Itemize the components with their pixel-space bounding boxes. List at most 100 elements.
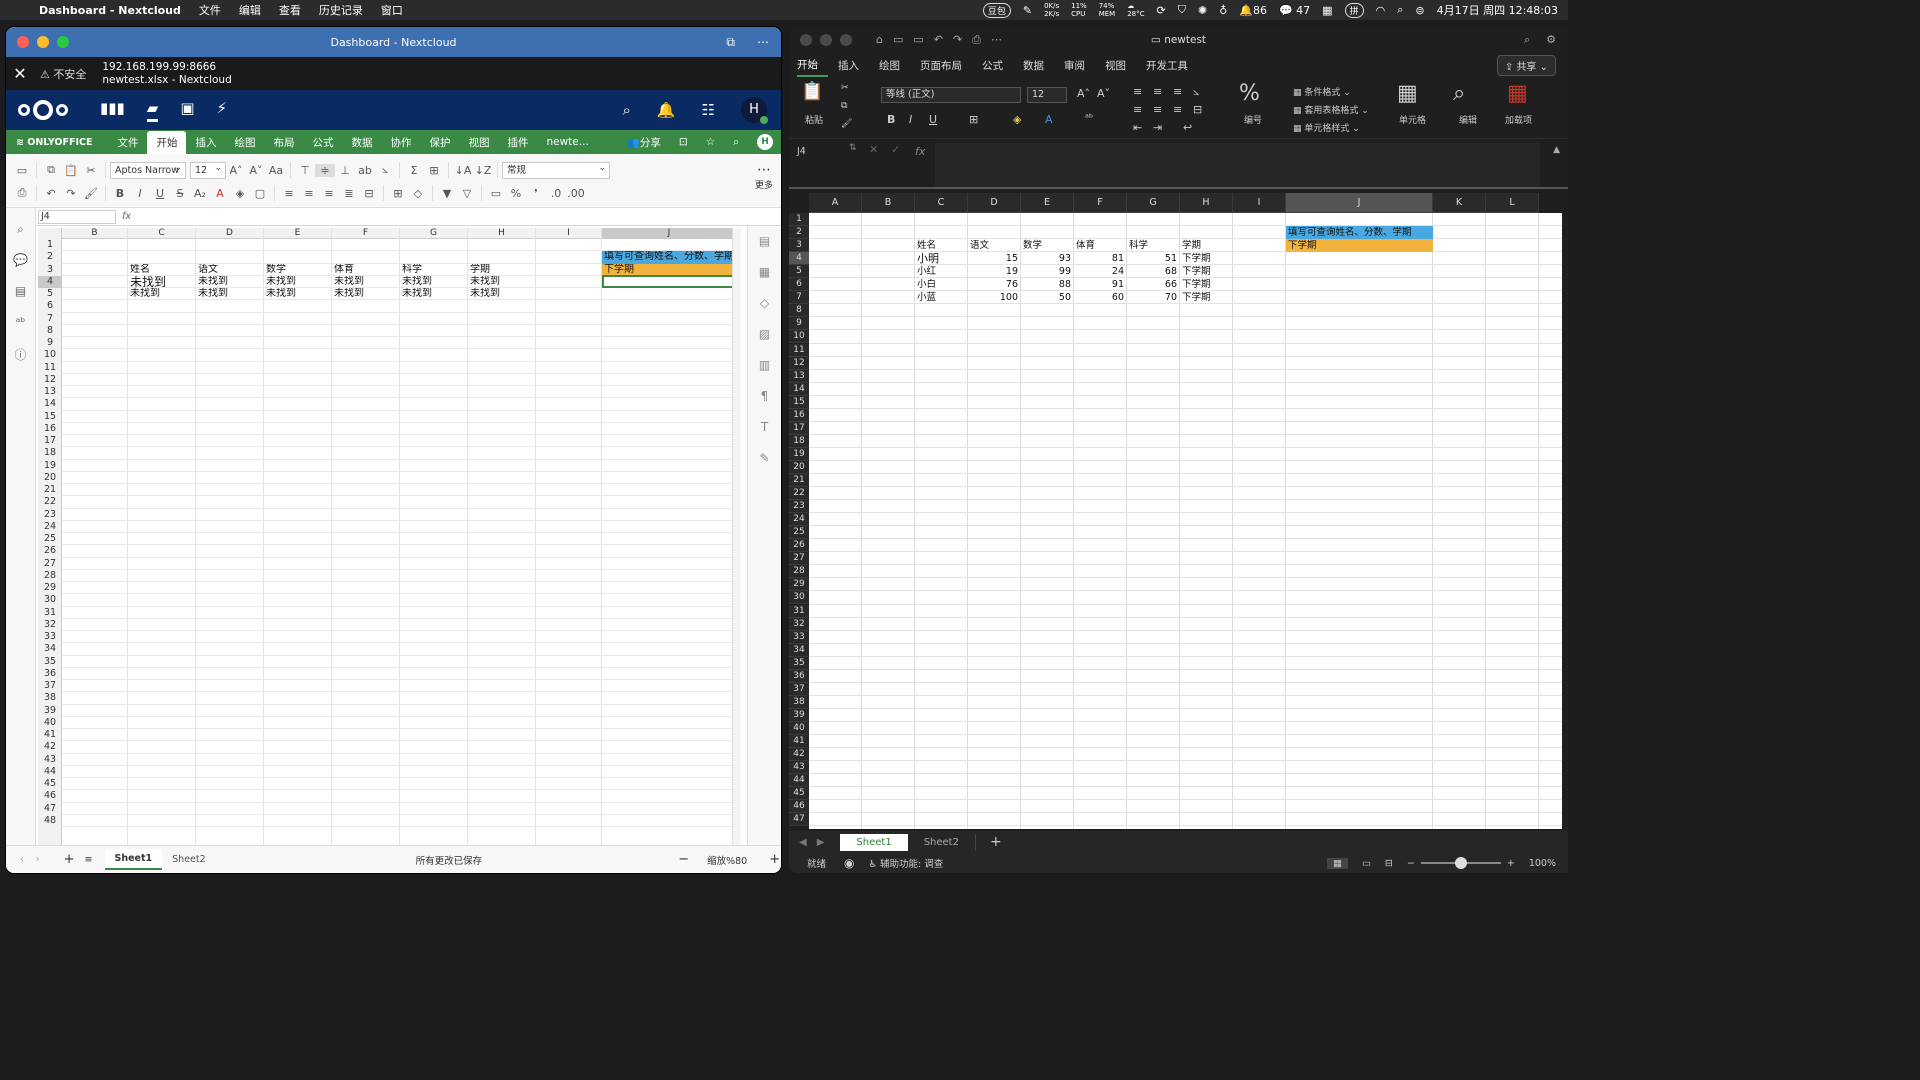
table-cell[interactable]: 姓名 — [915, 239, 968, 252]
close-url-icon[interactable]: ✕ — [6, 64, 34, 83]
search-icon[interactable]: ⌕ — [1524, 33, 1530, 47]
column-header[interactable]: B — [862, 193, 915, 213]
row-header[interactable]: 20 — [789, 460, 809, 474]
row-header[interactable]: 41 — [789, 735, 809, 749]
bold-icon[interactable]: B — [887, 113, 895, 126]
row-header[interactable]: 41 — [38, 729, 62, 741]
notification-bell-icon[interactable]: 🔔86 — [1239, 4, 1267, 17]
table-cell[interactable]: 小白 — [915, 278, 968, 291]
row-header[interactable]: 40 — [789, 721, 809, 735]
tab-formulas[interactable]: 公式 — [972, 55, 1013, 76]
row-header[interactable]: 37 — [38, 680, 62, 692]
column-header[interactable]: H — [468, 228, 536, 239]
increase-font-icon[interactable]: A˄ — [1077, 87, 1090, 100]
tab-data[interactable]: 数据 — [1013, 55, 1054, 76]
column-header[interactable]: I — [536, 228, 602, 239]
copy-icon[interactable]: ⧉ — [41, 163, 61, 177]
clear-filter-icon[interactable]: ▽ — [457, 187, 477, 200]
tab-layout[interactable]: 布局 — [264, 131, 303, 154]
tab-protect[interactable]: 保护 — [420, 131, 459, 154]
cell-settings-icon[interactable]: ▤ — [748, 226, 781, 257]
nextcloud-logo-icon[interactable] — [18, 99, 70, 121]
sync-icon[interactable]: ⟳ — [1157, 4, 1166, 17]
decrease-font-icon[interactable]: A˅ — [1097, 87, 1110, 100]
text-art-icon[interactable]: T — [748, 412, 781, 443]
row-header[interactable]: 47 — [38, 803, 62, 815]
table-cell[interactable]: 未找到 — [400, 276, 468, 288]
table-cell[interactable]: 数学 — [1021, 239, 1074, 252]
row-header[interactable]: 36 — [38, 668, 62, 680]
spellcheck-icon[interactable]: ᵃᵇ — [6, 315, 35, 332]
number-label[interactable]: 编号 — [1244, 113, 1262, 126]
row-header[interactable]: 29 — [789, 578, 809, 592]
row-header[interactable]: 24 — [38, 521, 62, 533]
table-cell[interactable]: 语文 — [968, 239, 1021, 252]
column-header[interactable]: G — [400, 228, 468, 239]
undo-icon[interactable]: ↶ — [41, 187, 61, 200]
row-header[interactable]: 36 — [789, 669, 809, 683]
row-header[interactable]: 15 — [789, 395, 809, 409]
cells-icon[interactable]: ▦ — [1397, 81, 1418, 106]
semester-input-cell[interactable]: 下学期 — [1286, 239, 1433, 253]
row-header[interactable]: 13 — [38, 386, 62, 398]
share-button[interactable]: ⇪ 共享 ⌄ — [1496, 55, 1556, 76]
row-header[interactable]: 13 — [789, 369, 809, 383]
row-header[interactable]: 25 — [38, 533, 62, 545]
edit-label[interactable]: 编辑 — [1459, 113, 1477, 126]
underline-icon[interactable]: U — [929, 113, 937, 126]
normal-view-icon[interactable]: ▦ — [1326, 857, 1348, 869]
table-cell[interactable]: 未找到 — [400, 288, 468, 300]
row-header[interactable]: 17 — [38, 435, 62, 447]
row-header[interactable]: 47 — [789, 813, 809, 827]
row-header[interactable]: 12 — [38, 374, 62, 386]
row-header[interactable]: 27 — [789, 552, 809, 566]
row-header[interactable]: 33 — [38, 631, 62, 643]
cell-style-button[interactable]: ▦ 单元格样式 ⌄ — [1293, 121, 1360, 134]
row-header[interactable]: 35 — [789, 656, 809, 670]
row-header[interactable]: 18 — [789, 434, 809, 448]
tab-page-layout[interactable]: 页面布局 — [910, 55, 972, 76]
conditional-format-button[interactable]: ▦ 条件格式 ⌄ — [1293, 85, 1351, 98]
row-header[interactable]: 3 — [789, 239, 809, 253]
wechat-icon[interactable]: 💬 47 — [1279, 4, 1310, 17]
formula-input[interactable] — [935, 143, 1540, 187]
change-case-icon[interactable]: Aa — [266, 164, 286, 177]
table-cell[interactable]: 24 — [1074, 265, 1127, 278]
fill-color-icon[interactable]: ◈ — [230, 187, 250, 200]
row-header[interactable]: 5 — [38, 288, 62, 300]
table-cell[interactable]: 60 — [1074, 291, 1127, 304]
row-header[interactable]: 15 — [38, 411, 62, 423]
save-as-icon[interactable]: ▭ — [913, 33, 923, 47]
row-header[interactable]: 23 — [38, 509, 62, 521]
borders-icon[interactable]: ⊞ — [969, 113, 978, 126]
accessibility-status[interactable]: ♿ 辅助功能: 调查 — [869, 856, 944, 870]
shield-icon[interactable]: ⛉ — [1178, 3, 1186, 17]
query-hint-cell[interactable]: 填写可查询姓名、分数、学期 — [602, 251, 737, 264]
share-settings-icon[interactable]: ⚙ — [1546, 33, 1556, 47]
column-header[interactable]: J — [602, 228, 737, 239]
input-method-indicator[interactable]: 拼 — [1344, 2, 1364, 18]
row-header[interactable]: 10 — [38, 349, 62, 361]
row-header[interactable]: 19 — [38, 460, 62, 472]
row-header[interactable]: 46 — [38, 790, 62, 802]
row-header[interactable]: 30 — [789, 591, 809, 605]
orientation-icon[interactable]: ⦣ — [1193, 85, 1199, 99]
row-header[interactable]: 6 — [38, 300, 62, 312]
menu-history[interactable]: 历史记录 — [310, 2, 372, 18]
table-cell[interactable]: 未找到 — [264, 276, 332, 288]
menu-edit[interactable]: 编辑 — [230, 2, 270, 18]
sheet-tab-1[interactable]: Sheet1 — [840, 833, 908, 851]
tab-view[interactable]: 视图 — [1095, 55, 1136, 76]
fx-icon[interactable]: fx — [915, 145, 925, 158]
decrease-font-icon[interactable]: A˅ — [246, 164, 266, 177]
italic-icon[interactable]: I — [130, 187, 150, 200]
column-header[interactable]: C — [915, 193, 968, 213]
table-cell[interactable]: 100 — [968, 291, 1021, 304]
row-header[interactable]: 42 — [789, 748, 809, 762]
row-header[interactable]: 45 — [38, 778, 62, 790]
row-header[interactable]: 23 — [789, 500, 809, 514]
row-header[interactable]: 34 — [38, 643, 62, 655]
sheet-tab-2[interactable]: Sheet2 — [908, 833, 976, 851]
row-header[interactable]: 32 — [38, 619, 62, 631]
find-icon[interactable]: ⌕ — [6, 222, 35, 239]
